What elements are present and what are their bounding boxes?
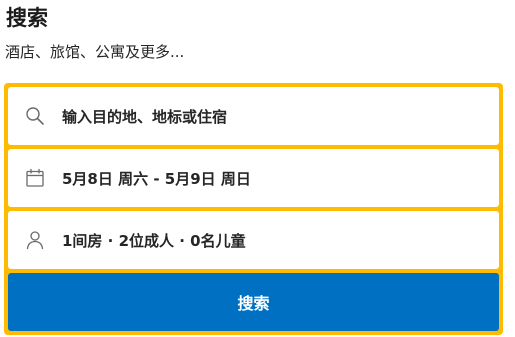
page-subtitle: 酒店、旅馆、公寓及更多... [5,43,185,61]
date-range-field[interactable]: 5月8日 周六 - 5月9日 周日 [8,149,499,207]
date-range-value: 5月8日 周六 - 5月9日 周日 [62,169,251,188]
search-button[interactable]: 搜索 [8,273,499,331]
search-page: 搜索 酒店、旅馆、公寓及更多... 输入目的地、地标或住宿 5月8日 周六 - … [0,0,515,337]
search-icon [24,105,46,127]
destination-input[interactable]: 输入目的地、地标或住宿 [8,87,499,145]
search-form: 输入目的地、地标或住宿 5月8日 周六 - 5月9日 周日 1间房 · 2位成人… [4,83,503,335]
calendar-icon [24,167,46,189]
destination-placeholder: 输入目的地、地标或住宿 [62,107,228,126]
page-title: 搜索 [6,6,48,30]
guests-value: 1间房 · 2位成人 · 0名儿童 [62,231,246,250]
person-icon [24,229,46,251]
guests-field[interactable]: 1间房 · 2位成人 · 0名儿童 [8,211,499,269]
